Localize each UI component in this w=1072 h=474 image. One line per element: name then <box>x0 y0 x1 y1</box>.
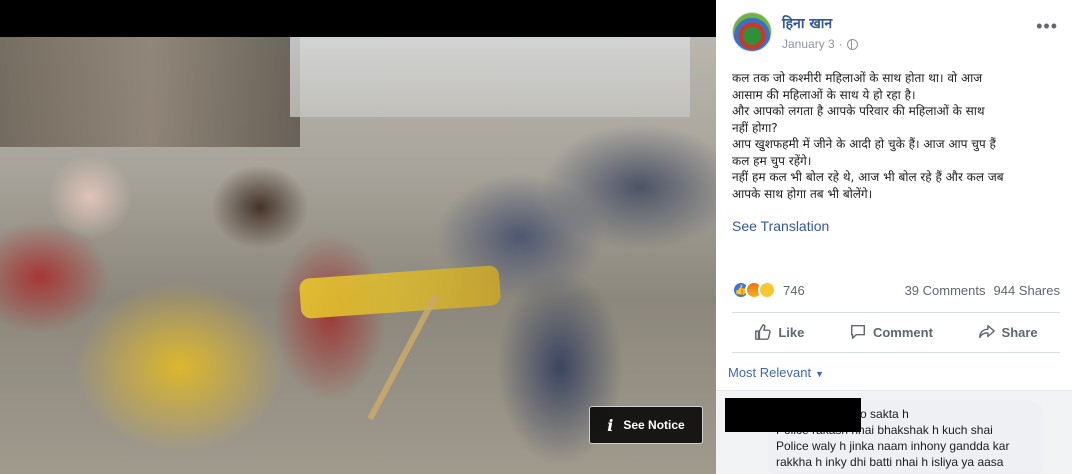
post-text-line: नहीं होगा? <box>732 120 778 135</box>
engagement-counts: 39 Comments 944 Shares <box>905 283 1060 298</box>
post-text: कल तक जो कश्मीरी महिलाओं के साथ होता था।… <box>732 70 1062 202</box>
comment-sort-label: Most Relevant <box>728 365 812 380</box>
see-notice-button[interactable]: i See Notice <box>589 406 703 444</box>
comment-line: Police waly h jinka naam inhony gandda k… <box>776 439 1010 453</box>
sad-reaction-icon <box>758 281 776 299</box>
globe-icon[interactable] <box>846 38 858 50</box>
share-label: Share <box>1001 324 1038 340</box>
see-translation-link[interactable]: See Translation <box>732 218 829 234</box>
divider <box>732 352 1060 353</box>
post-text-line: और आपको लगता है आपके परिवार की महिलाओं क… <box>732 104 985 118</box>
caret-down-icon: ▼ <box>815 369 825 379</box>
post-text-line: आसाम की महिलाओं के साथ ये हो रहा है। <box>732 87 916 102</box>
photo-sky <box>290 37 690 117</box>
share-button[interactable]: Share <box>964 317 1052 347</box>
author-name[interactable]: हिना खान <box>782 14 832 33</box>
shares-count[interactable]: 944 Shares <box>994 283 1061 298</box>
comment-sort-dropdown[interactable]: Most Relevant ▼ <box>728 365 824 380</box>
redaction-box <box>725 398 861 432</box>
comment-button[interactable]: Comment <box>835 317 947 347</box>
comment-icon <box>850 324 865 340</box>
photo-yellow-cloth <box>298 265 502 319</box>
post-text-line: आपके साथ होगा तब भी बोलेंगे। <box>732 186 873 201</box>
share-arrow-icon <box>978 324 995 339</box>
reaction-icons[interactable]: 👍 <box>732 281 776 299</box>
reactions-row: 👍 746 39 Comments 944 Shares <box>732 280 1060 300</box>
separator-dot: · <box>838 37 843 51</box>
post-text-line: कल हम चुप रहेंगे। <box>732 153 812 168</box>
divider <box>732 312 1060 313</box>
more-options-icon[interactable]: ••• <box>1036 16 1058 37</box>
post-header: हिना खान January 3 · ••• <box>732 12 1060 56</box>
photo-building <box>0 37 300 147</box>
info-icon: i <box>607 415 614 435</box>
thumbs-up-icon <box>755 324 772 340</box>
like-label: Like <box>778 324 805 340</box>
comment-line: rakkha h inky dhi batti nhai h isliya ya… <box>776 455 1004 469</box>
like-button[interactable]: Like <box>740 317 818 347</box>
post-date[interactable]: January 3 <box>782 37 835 51</box>
comments-count[interactable]: 39 Comments <box>905 283 986 298</box>
post-meta: January 3 · <box>782 37 858 51</box>
post-text-line: आप खुशफहमी में जीने के आदी हो चुके हैं। … <box>732 137 996 151</box>
see-notice-label: See Notice <box>623 418 685 432</box>
avatar[interactable] <box>732 12 772 52</box>
reaction-count[interactable]: 746 <box>783 283 805 298</box>
post-actions: Like Comment Share <box>732 316 1060 348</box>
post-text-line: कल तक जो कश्मीरी महिलाओं के साथ होता था।… <box>732 71 983 85</box>
post-text-line: नहीं हम कल भी बोल रहे थे, आज भी बोल रहे … <box>732 170 1004 184</box>
comment-label: Comment <box>872 324 933 340</box>
post-photo[interactable]: i See Notice <box>0 0 716 474</box>
